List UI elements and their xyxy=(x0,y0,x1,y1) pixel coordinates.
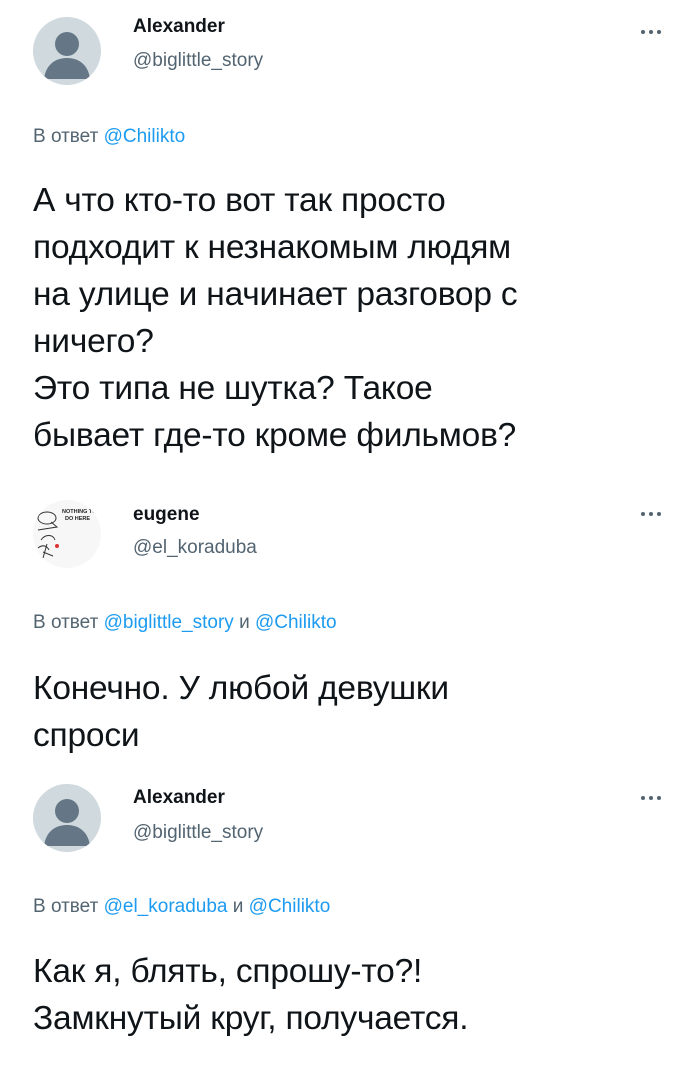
tweet-text-line: бывает где-то кроме фильмов? xyxy=(33,417,517,454)
mention-link[interactable]: @el_koraduba xyxy=(104,896,228,917)
more-dots-icon[interactable] xyxy=(640,24,662,40)
tweet-text-line: Это типа не шутка? Такое xyxy=(33,370,433,407)
reply-prefix: В ответ xyxy=(33,612,99,633)
tweet-text-line: на улице и начинает разговор с xyxy=(33,276,518,313)
tweet-text-line: А что кто-то вот так просто xyxy=(33,182,446,219)
reply-prefix: В ответ xyxy=(33,896,99,917)
tweet-text: Как я, блять, спрошу-то?! Замкнутый круг… xyxy=(33,948,673,1042)
tweet-text-line: ничего? xyxy=(33,323,154,360)
display-name[interactable]: Alexander xyxy=(133,787,225,809)
tweet-text-line: подходит к незнакомым людям xyxy=(33,229,511,266)
reply-joiner: и xyxy=(239,612,250,633)
meme-sketch-avatar: NOTHING TO DO HERE xyxy=(37,509,97,559)
more-dots-icon[interactable] xyxy=(640,790,662,806)
mention-link[interactable]: @Chilikto xyxy=(104,126,186,147)
mention-link[interactable]: @Chilikto xyxy=(255,612,337,633)
tweet-text-line: Как я, блять, спрошу-то?! xyxy=(33,953,423,990)
tweet-text: А что кто-то вот так просто подходит к н… xyxy=(33,177,673,459)
reply-joiner: и xyxy=(232,896,244,917)
default-avatar-icon xyxy=(44,32,90,79)
tweet-text: Конечно. У любой девушки спроси xyxy=(33,665,673,759)
avatar[interactable] xyxy=(33,17,101,85)
tweet-text-line: спроси xyxy=(33,717,140,754)
meme-caption-line: DO HERE xyxy=(65,516,90,522)
user-handle[interactable]: @biglittle_story xyxy=(133,50,263,72)
display-name[interactable]: eugene xyxy=(133,504,200,526)
reply-prefix: В ответ xyxy=(33,126,99,147)
more-dots-icon[interactable] xyxy=(640,506,662,522)
tweet-text-line: Замкнутый круг, получается. xyxy=(33,1000,469,1037)
avatar[interactable] xyxy=(33,784,101,852)
reply-context: В ответ @el_koraduba и @Chilikto xyxy=(33,896,330,918)
avatar[interactable]: NOTHING TO DO HERE xyxy=(33,500,101,568)
display-name[interactable]: Alexander xyxy=(133,16,225,38)
user-handle[interactable]: @biglittle_story xyxy=(133,822,263,844)
meme-caption-line: NOTHING TO xyxy=(62,509,97,515)
tweet-text-line: Конечно. У любой девушки xyxy=(33,670,449,707)
default-avatar-icon xyxy=(44,799,90,846)
mention-link[interactable]: @Chilikto xyxy=(249,896,331,917)
reply-context: В ответ @biglittle_story и @Chilikto xyxy=(33,612,337,634)
user-handle[interactable]: @el_koraduba xyxy=(133,537,257,559)
mention-link[interactable]: @biglittle_story xyxy=(104,612,234,633)
reply-context: В ответ @Chilikto xyxy=(33,126,185,148)
